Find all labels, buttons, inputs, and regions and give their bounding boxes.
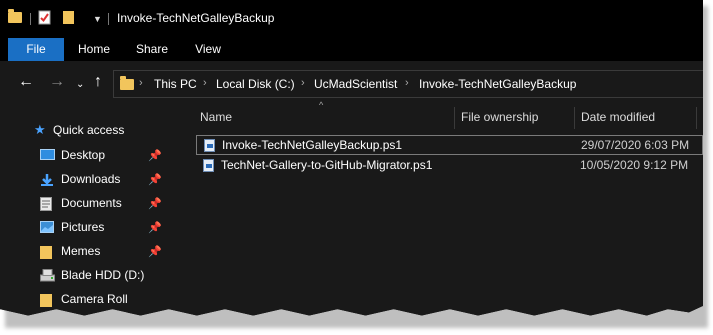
- sidebar-item-memes[interactable]: Memes 📌: [0, 240, 182, 264]
- tab-file[interactable]: File: [8, 38, 64, 61]
- divider: [108, 13, 109, 25]
- star-icon: ★: [34, 122, 46, 137]
- column-header-file-ownership[interactable]: File ownership: [461, 110, 538, 124]
- divider: [30, 13, 31, 25]
- breadcrumb-separator-icon[interactable]: ›: [301, 77, 305, 89]
- pin-icon[interactable]: 📌: [148, 221, 162, 234]
- tab-share[interactable]: Share: [128, 38, 176, 61]
- sidebar-item-downloads[interactable]: Downloads 📌: [0, 168, 182, 192]
- back-arrow-icon[interactable]: ←: [18, 74, 34, 90]
- sidebar-item-blade-hdd[interactable]: Blade HDD (D:): [0, 264, 182, 288]
- ribbon-tabs: File Home Share View: [0, 38, 703, 61]
- folder-icon: [40, 245, 54, 259]
- sidebar-item-label: Blade HDD (D:): [61, 268, 145, 282]
- explorer-window: ▼ Invoke-TechNetGalleyBackup File Home S…: [0, 0, 703, 316]
- column-header-row: ^ Name File ownership Date modified: [182, 100, 703, 129]
- folder-icon: [120, 76, 134, 90]
- desktop-icon: [40, 149, 55, 161]
- file-name: TechNet-Gallery-to-GitHub-Migrator.ps1: [221, 158, 433, 172]
- column-divider[interactable]: [454, 107, 455, 129]
- file-date-modified: 10/05/2020 9:12 PM: [580, 158, 689, 172]
- drive-icon: [40, 269, 55, 282]
- file-row[interactable]: Invoke-TechNetGalleyBackup.ps1 29/07/202…: [196, 135, 703, 155]
- sidebar-item-quick-access[interactable]: ★ Quick access: [0, 119, 182, 143]
- breadcrumb-this-pc[interactable]: This PC: [154, 77, 197, 91]
- file-row[interactable]: TechNet-Gallery-to-GitHub-Migrator.ps1 1…: [196, 156, 703, 176]
- breadcrumb-separator-icon[interactable]: ›: [203, 77, 207, 89]
- column-header-name[interactable]: Name: [200, 110, 232, 124]
- up-arrow-icon[interactable]: ↑: [94, 74, 102, 90]
- new-folder-icon[interactable]: [62, 10, 76, 28]
- column-divider[interactable]: [574, 107, 575, 129]
- sidebar-item-documents[interactable]: Documents 📌: [0, 192, 182, 216]
- folder-icon: [8, 9, 22, 23]
- file-list-pane: ^ Name File ownership Date modified Invo…: [182, 100, 703, 316]
- sidebar-item-label: Pictures: [61, 220, 105, 234]
- navigation-bar: ← → ⌄ ↑ › This PC › Local Disk (C:) › Uc…: [0, 61, 703, 107]
- sort-ascending-icon: ^: [319, 100, 324, 110]
- address-bar[interactable]: › This PC › Local Disk (C:) › UcMadScien…: [113, 70, 703, 98]
- sidebar-item-label: Documents: [61, 196, 122, 210]
- powershell-script-icon: [204, 139, 215, 152]
- sidebar-item-camera-roll[interactable]: Camera Roll: [0, 288, 182, 312]
- window-title: Invoke-TechNetGalleyBackup: [117, 11, 275, 25]
- breadcrumb-local-disk[interactable]: Local Disk (C:): [216, 77, 295, 91]
- breadcrumb-separator-icon: ›: [139, 77, 143, 89]
- column-header-date-modified[interactable]: Date modified: [581, 110, 655, 124]
- sidebar-item-label: Memes: [61, 244, 101, 258]
- file-name: Invoke-TechNetGalleyBackup.ps1: [222, 138, 403, 152]
- pin-icon[interactable]: 📌: [148, 149, 162, 162]
- sidebar-item-label: Quick access: [53, 123, 125, 137]
- tab-view[interactable]: View: [184, 38, 232, 61]
- pin-icon[interactable]: 📌: [148, 173, 162, 186]
- breadcrumb-separator-icon[interactable]: ›: [405, 77, 409, 89]
- sidebar-item-label: Desktop: [61, 148, 106, 162]
- forward-arrow-icon[interactable]: →: [49, 74, 65, 90]
- sidebar-item-label: Camera Roll: [61, 292, 128, 306]
- column-divider[interactable]: [696, 107, 697, 129]
- downloads-icon: [40, 173, 54, 186]
- breadcrumb-current-folder[interactable]: Invoke-TechNetGalleyBackup: [419, 77, 576, 91]
- recent-locations-chevron-icon[interactable]: ⌄: [76, 77, 84, 93]
- folder-icon: [40, 293, 54, 307]
- pin-icon[interactable]: 📌: [148, 197, 162, 210]
- documents-icon: [40, 197, 54, 211]
- sidebar-item-pictures[interactable]: Pictures 📌: [0, 216, 182, 240]
- sidebar-item-label: Downloads: [61, 172, 121, 186]
- file-date-modified: 29/07/2020 6:03 PM: [581, 138, 690, 152]
- tab-home[interactable]: Home: [70, 38, 118, 61]
- pictures-icon: [40, 221, 54, 233]
- pin-icon[interactable]: 📌: [148, 245, 162, 258]
- breadcrumb-ucmadscientist[interactable]: UcMadScientist: [314, 77, 397, 91]
- navigation-pane: ★ Quick access Desktop 📌 Downloads 📌 Doc…: [0, 107, 182, 316]
- powershell-script-icon: [203, 159, 214, 172]
- sidebar-item-desktop[interactable]: Desktop 📌: [0, 144, 182, 168]
- customize-quick-access-icon[interactable]: ▼: [93, 14, 102, 24]
- title-bar: ▼ Invoke-TechNetGalleyBackup: [0, 0, 703, 38]
- properties-icon[interactable]: [38, 10, 52, 28]
